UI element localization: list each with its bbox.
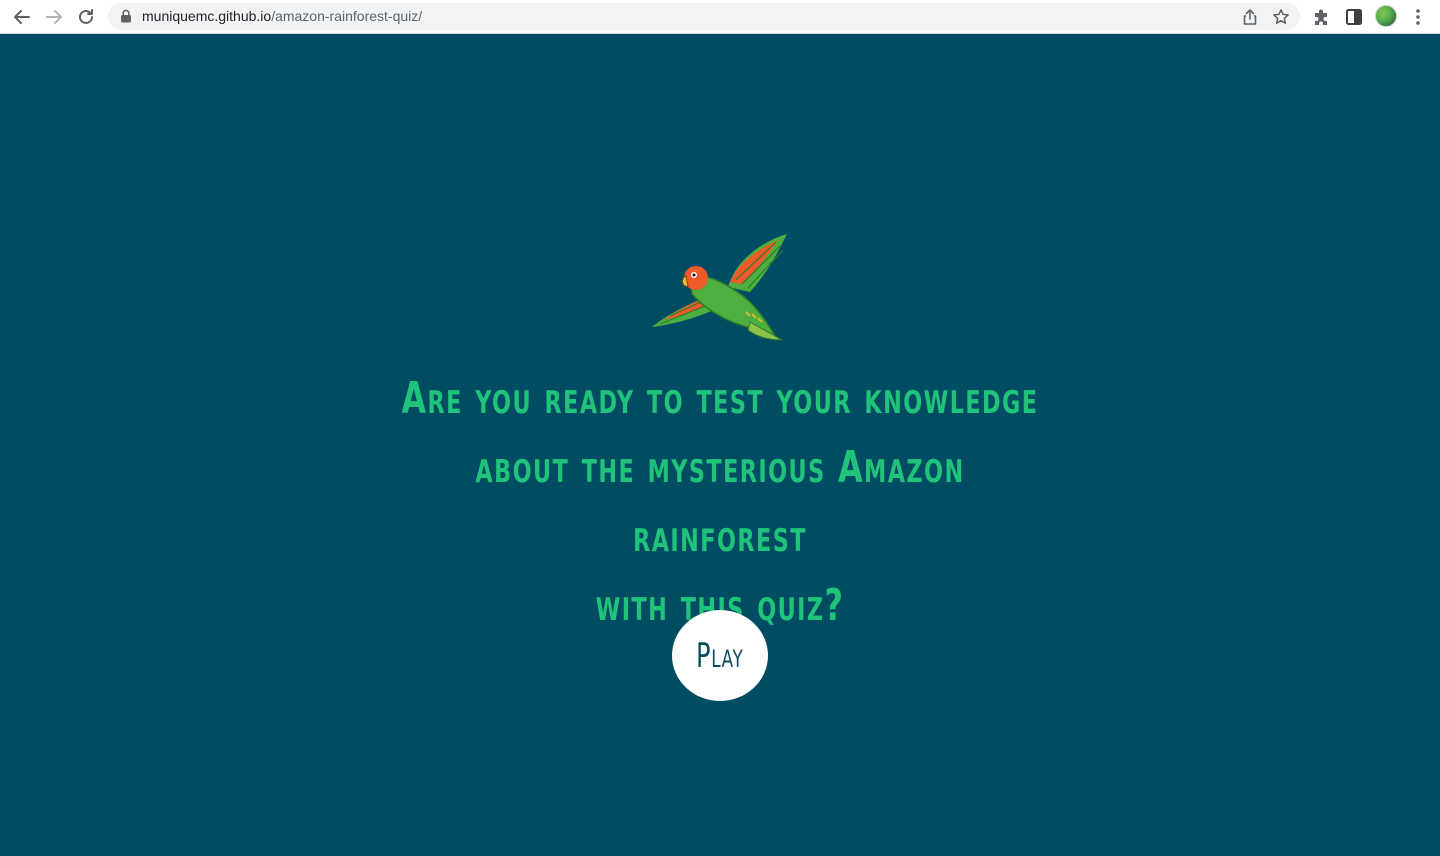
parrot-icon [652, 234, 787, 341]
back-button[interactable] [10, 5, 34, 29]
play-button-label: Play [696, 635, 744, 676]
url-text[interactable]: muniquemc.github.io/amazon-rainforest-qu… [142, 8, 422, 25]
puzzle-icon[interactable] [1311, 6, 1333, 28]
reload-icon [79, 9, 93, 24]
headline-line: about the mysterious Amazon rainforest [475, 442, 965, 562]
quiz-start-page: Are you ready to test your knowledge abo… [0, 34, 1440, 856]
forward-arrow-icon [46, 10, 62, 24]
play-button[interactable]: Play [672, 610, 768, 701]
url-path: /amazon-rainforest-quiz/ [271, 8, 423, 24]
url-host: muniquemc.github.io [142, 8, 272, 24]
star-icon[interactable] [1272, 8, 1290, 26]
lock-icon[interactable] [120, 9, 132, 23]
share-icon[interactable] [1241, 8, 1259, 26]
headline-line: Are you ready to test your knowledge [401, 373, 1039, 424]
kebab-menu-icon[interactable] [1407, 6, 1429, 28]
reload-button[interactable] [74, 5, 98, 29]
side-panel-icon[interactable] [1343, 6, 1365, 28]
quiz-headline: Are you ready to test your knowledge abo… [396, 364, 1044, 640]
forward-button[interactable] [42, 5, 66, 29]
browser-toolbar: muniquemc.github.io/amazon-rainforest-qu… [0, 0, 1440, 34]
back-arrow-icon [14, 10, 30, 24]
address-bar[interactable]: muniquemc.github.io/amazon-rainforest-qu… [108, 3, 1300, 30]
avatar[interactable] [1375, 5, 1397, 27]
